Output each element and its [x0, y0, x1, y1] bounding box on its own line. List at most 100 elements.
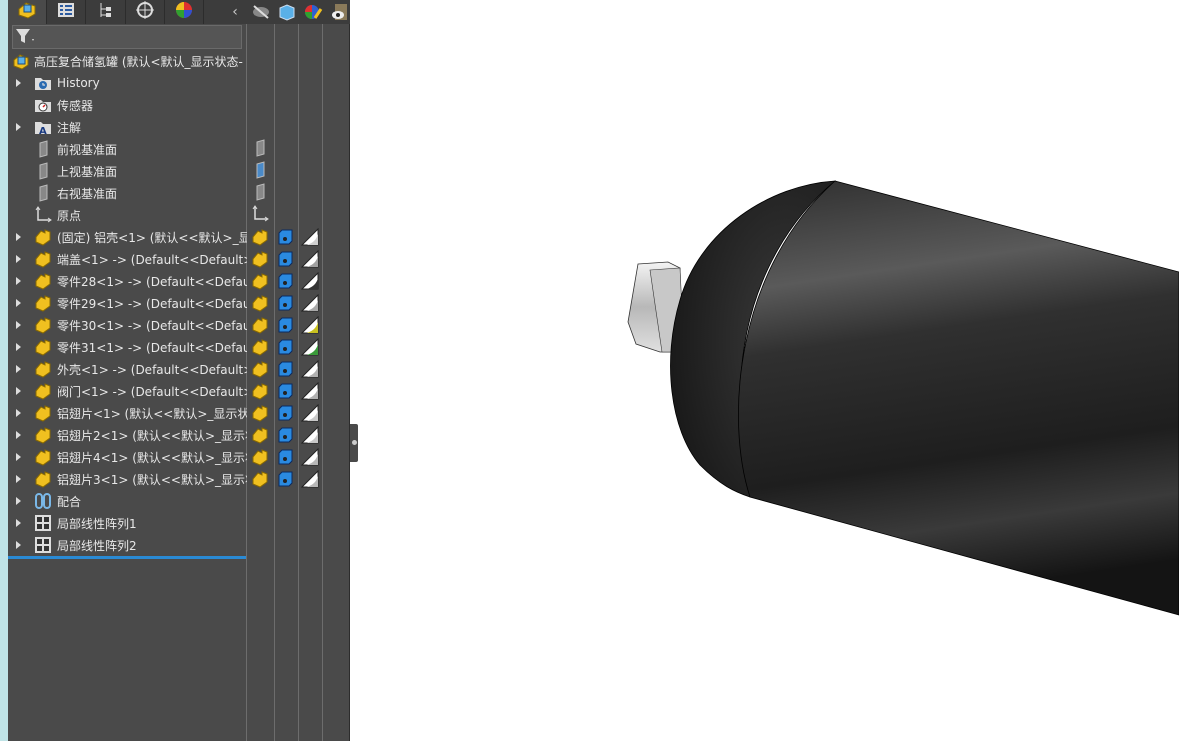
expand-arrow-icon[interactable]: [16, 233, 21, 241]
tree-item[interactable]: 局部线性阵列2: [8, 534, 350, 556]
tree-root[interactable]: 高压复合储氢罐 (默认<默认_显示状态-: [8, 50, 350, 72]
tree-item[interactable]: 铝翅片3<1> (默认<<默认>_显示状: [8, 468, 350, 490]
display-state-cube-icon[interactable]: [277, 273, 293, 289]
tree-item[interactable]: 端盖<1> -> (Default<<Default>_: [8, 248, 350, 270]
tree-item[interactable]: 铝翅片4<1> (默认<<默认>_显示状: [8, 446, 350, 468]
part-column-icon[interactable]: [251, 469, 271, 489]
part-column-icon[interactable]: [251, 403, 271, 423]
filter-icon[interactable]: [13, 26, 37, 48]
display-state-cube-icon[interactable]: [277, 317, 293, 333]
appearance-swatch-icon[interactable]: [300, 249, 319, 268]
expand-arrow-icon[interactable]: [16, 387, 21, 395]
part-column-icon[interactable]: [251, 447, 271, 467]
appearance-swatch-icon[interactable]: [300, 227, 319, 246]
part-column-icon[interactable]: [251, 315, 271, 335]
expand-arrow-icon[interactable]: [16, 519, 21, 527]
expand-arrow-icon[interactable]: [16, 497, 21, 505]
tree-item-label: 原点: [57, 208, 82, 223]
tree-item[interactable]: 零件30<1> -> (Default<<Default: [8, 314, 350, 336]
part-column-icon[interactable]: [251, 337, 271, 357]
plane-icon: [34, 184, 52, 202]
expand-arrow-icon[interactable]: [16, 123, 21, 131]
plane-column-icon[interactable]: [251, 183, 271, 203]
appearance-swatch-icon[interactable]: [300, 447, 319, 466]
display-state-cube-icon[interactable]: [277, 449, 293, 465]
tree-icon: [97, 1, 115, 23]
tab-display-manager[interactable]: [165, 0, 205, 24]
tree-item[interactable]: 零件31<1> -> (Default<<Default: [8, 336, 350, 358]
display-state-cube-icon[interactable]: [277, 471, 293, 487]
tree-item[interactable]: 配合: [8, 490, 350, 512]
hide-show-icon[interactable]: [250, 1, 272, 23]
part-column-icon[interactable]: [251, 249, 271, 269]
part-column-icon[interactable]: [251, 359, 271, 379]
display-state-cube-icon[interactable]: [277, 295, 293, 311]
part-column-icon[interactable]: [251, 271, 271, 291]
appearance-swatch-icon[interactable]: [300, 293, 319, 312]
part-column-icon[interactable]: [251, 425, 271, 445]
tab-configuration-manager[interactable]: [86, 0, 126, 24]
expand-arrow-icon[interactable]: [16, 431, 21, 439]
expand-arrow-icon[interactable]: [16, 409, 21, 417]
part-column-icon[interactable]: [251, 381, 271, 401]
appearance-swatch-icon[interactable]: [300, 337, 319, 356]
tab-property-manager[interactable]: [47, 0, 87, 24]
display-state-cube-icon[interactable]: [277, 251, 293, 267]
origin-column-icon[interactable]: [251, 205, 271, 225]
expand-arrow-icon[interactable]: [16, 365, 21, 373]
tree-item[interactable]: 前视基准面: [8, 138, 350, 160]
panel-tabs: ‹: [8, 0, 350, 24]
display-style-icon[interactable]: [276, 1, 298, 23]
tree-item[interactable]: 铝翅片2<1> (默认<<默认>_显示状: [8, 424, 350, 446]
appearance-swatch-icon[interactable]: [300, 381, 319, 400]
part-column-icon[interactable]: [251, 293, 271, 313]
plane-column-icon[interactable]: [251, 139, 271, 159]
display-state-cube-icon[interactable]: [277, 229, 293, 245]
display-state-cube-icon[interactable]: [277, 361, 293, 377]
display-state-cube-icon[interactable]: [277, 339, 293, 355]
tree-item[interactable]: 上视基准面: [8, 160, 350, 182]
tree-item[interactable]: 传感器: [8, 94, 350, 116]
tree-item[interactable]: 原点: [8, 204, 350, 226]
display-state-cube-icon[interactable]: [277, 383, 293, 399]
appearance-swatch-icon[interactable]: [300, 469, 319, 488]
appearance-icon[interactable]: [302, 1, 324, 23]
part-column-icon[interactable]: [251, 227, 271, 247]
tree-item[interactable]: 外壳<1> -> (Default<<Default>_: [8, 358, 350, 380]
appearance-swatch-icon[interactable]: [300, 425, 319, 444]
expand-arrow-icon[interactable]: [16, 255, 21, 263]
tab-feature-manager[interactable]: [8, 0, 48, 24]
part-icon: [34, 228, 52, 246]
tree-item[interactable]: 零件28<1> -> (Default<<Default: [8, 270, 350, 292]
graphics-viewport[interactable]: [351, 0, 1179, 741]
rollback-bar[interactable]: [8, 556, 246, 559]
expand-arrow-icon[interactable]: [16, 277, 21, 285]
expand-arrow-icon[interactable]: [16, 299, 21, 307]
appearance-swatch-icon[interactable]: [300, 403, 319, 422]
expand-arrow-icon[interactable]: [16, 453, 21, 461]
expand-arrow-icon[interactable]: [16, 475, 21, 483]
expand-arrow-icon[interactable]: [16, 321, 21, 329]
appearance-swatch-icon[interactable]: [300, 315, 319, 334]
filter-input[interactable]: [12, 25, 242, 49]
tree-item[interactable]: 零件29<1> -> (Default<<Default: [8, 292, 350, 314]
tree-item[interactable]: 阀门<1> -> (Default<<Default>_: [8, 380, 350, 402]
tree-item[interactable]: 铝翅片<1> (默认<<默认>_显示状态: [8, 402, 350, 424]
tree-item-label: 上视基准面: [57, 164, 118, 179]
tree-item[interactable]: A 注解: [8, 116, 350, 138]
tab-dimxpert[interactable]: [126, 0, 165, 24]
scene-icon[interactable]: [328, 1, 350, 23]
collapse-chevron-icon[interactable]: ‹: [224, 1, 246, 23]
expand-arrow-icon[interactable]: [16, 541, 21, 549]
display-state-cube-icon[interactable]: [277, 427, 293, 443]
tree-item[interactable]: (固定) 铝壳<1> (默认<<默认>_显示: [8, 226, 350, 248]
tree-item[interactable]: 局部线性阵列1: [8, 512, 350, 534]
tree-item[interactable]: History: [8, 72, 350, 94]
appearance-swatch-icon[interactable]: [300, 359, 319, 378]
appearance-swatch-icon[interactable]: [300, 271, 319, 290]
tree-item[interactable]: 右视基准面: [8, 182, 350, 204]
expand-arrow-icon[interactable]: [16, 79, 21, 87]
display-state-cube-icon[interactable]: [277, 405, 293, 421]
plane-column-icon[interactable]: [251, 161, 271, 181]
expand-arrow-icon[interactable]: [16, 343, 21, 351]
